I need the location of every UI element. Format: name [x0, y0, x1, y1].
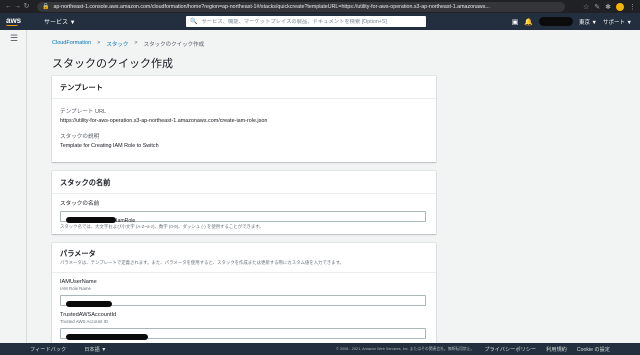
stack-name-panel-title: スタックの名前	[52, 171, 436, 194]
template-url-label: テンプレート URL	[60, 109, 107, 115]
menu-kebab-icon[interactable]: ⋮	[629, 3, 636, 11]
stack-name-panel: スタックの名前 スタックの名前 IamRole スタック名では、大文字および小文…	[52, 171, 436, 234]
reload-icon[interactable]: ↻	[22, 0, 31, 13]
stack-name-label: スタックの名前	[60, 201, 100, 207]
redacted-value	[66, 301, 112, 307]
breadcrumb-separator: >	[97, 40, 101, 46]
cloudshell-icon[interactable]: ▣	[512, 18, 519, 26]
console-footer: フィードバック 日本語 ▼ © 2008 - 2021, Amazon Web …	[0, 343, 640, 355]
template-panel: テンプレート テンプレート URL https://utility-for-aw…	[52, 76, 436, 162]
redacted-value	[66, 334, 148, 340]
template-panel-title: テンプレート	[52, 76, 436, 99]
feedback-link[interactable]: フィードバック	[30, 346, 66, 353]
support-menu[interactable]: サポート ▼	[603, 18, 632, 26]
region-selector[interactable]: 東京 ▼	[579, 18, 597, 26]
parameters-description: パラメータは、テンプレートで定義されます。また、パラメータを使用すると、スタック…	[60, 260, 344, 265]
stack-name-constraint: スタック名では、大文字および小文字 (A-Z~a-z)、数字 (0-9)、ダッシ…	[60, 224, 264, 229]
language-selector[interactable]: 日本語 ▼	[84, 346, 106, 353]
param-iamusername-desc: IAM Role Name	[60, 286, 91, 291]
parameters-panel-title: パラメータ	[60, 249, 96, 258]
copyright-text: © 2008 - 2021, Amazon Web Services, Inc.…	[336, 346, 475, 351]
browser-toolbar: ← → ↻ 🔒 ap-northeast-1.console.aws.amazo…	[0, 0, 640, 13]
back-icon[interactable]: ←	[4, 0, 13, 13]
param-iamusername-label: IAMUserName	[60, 279, 97, 285]
aws-logo[interactable]: aws	[6, 17, 26, 26]
breadcrumb-current: スタックのクイック作成	[143, 42, 205, 48]
extension-icon[interactable]: ✎	[594, 3, 600, 11]
forward-icon[interactable]: →	[13, 0, 22, 13]
breadcrumb-stacks[interactable]: スタック	[106, 40, 128, 48]
breadcrumb-cloudformation[interactable]: CloudFormation	[52, 40, 91, 48]
notifications-bell-icon[interactable]: 🔔	[524, 18, 533, 26]
account-menu-redacted[interactable]	[539, 17, 574, 26]
address-bar[interactable]: 🔒 ap-northeast-1.console.aws.amazon.com/…	[37, 1, 565, 12]
puzzle-icon[interactable]: ✱	[605, 3, 611, 11]
hamburger-menu-icon[interactable]: ☰	[10, 33, 18, 44]
breadcrumb: CloudFormation > スタック > スタックのクイック作成	[52, 40, 204, 48]
iamusername-input[interactable]	[60, 295, 426, 306]
parameters-panel: パラメータ パラメータは、テンプレートで定義されます。また、パラメータを使用する…	[52, 243, 436, 343]
privacy-policy-link[interactable]: プライバシーポリシー	[484, 346, 536, 353]
search-icon: 🔍	[190, 19, 198, 25]
profile-avatar[interactable]	[616, 2, 624, 11]
stack-name-input-value: IamRole	[116, 218, 136, 224]
aws-logo-text: aws	[6, 16, 22, 25]
param-trustedaccount-desc: Trusted AWS Account ID	[60, 319, 108, 324]
aws-console-header: aws サービス ▼ 🔍 ▣ 🔔 東京 ▼ サポート ▼	[0, 13, 640, 30]
param-trustedaccount-label: TrustedAWSAccountId	[60, 312, 117, 318]
redacted-value	[66, 217, 116, 223]
stack-description-value: Template for Creating IAM Role to Switch	[60, 143, 159, 149]
services-menu[interactable]: サービス ▼	[44, 17, 76, 26]
breadcrumb-separator: >	[134, 40, 138, 46]
stack-description-label: スタックの説明	[60, 134, 100, 140]
search-input[interactable]	[201, 18, 422, 25]
search-bar[interactable]: 🔍	[186, 16, 426, 27]
url-text: ap-northeast-1.console.aws.amazon.com/cl…	[53, 3, 490, 10]
cookie-settings-link[interactable]: Cookie の設定	[577, 346, 610, 353]
parameters-panel-header: パラメータ パラメータは、テンプレートで定義されます。また、パラメータを使用する…	[52, 243, 436, 273]
terms-link[interactable]: 利用規約	[546, 346, 567, 353]
star-icon[interactable]: ☆	[583, 3, 589, 11]
side-nav-divider	[26, 30, 27, 343]
page-title: スタックのクイック作成	[52, 58, 173, 70]
lock-icon: 🔒	[42, 4, 50, 10]
